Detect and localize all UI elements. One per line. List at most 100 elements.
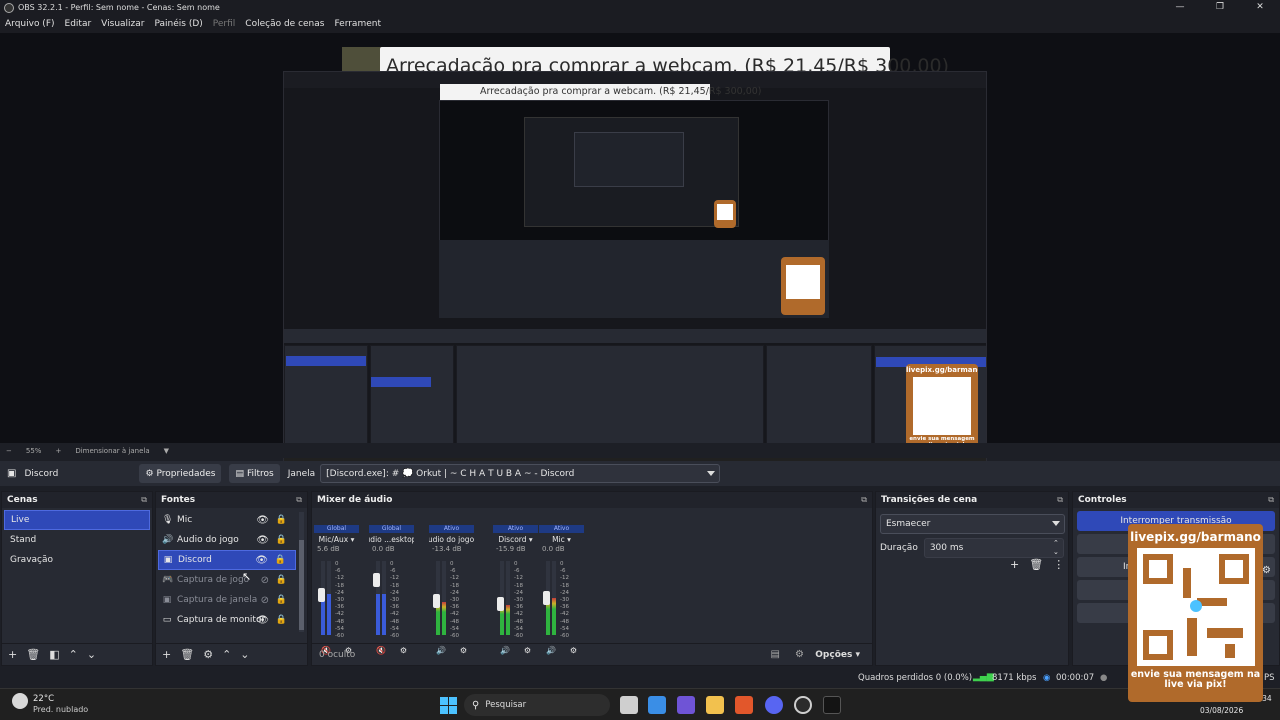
menu-paineis[interactable]: Painéis (D) — [149, 19, 207, 29]
channel-name[interactable]: Mic/Aux ▾ — [314, 533, 359, 545]
menu-visualizar[interactable]: Visualizar — [96, 19, 149, 29]
hidden-eye-icon[interactable]: ⊘ — [261, 595, 269, 606]
lock-icon[interactable]: 🔒 — [276, 595, 287, 605]
volume-meter — [442, 561, 446, 635]
zoom-out-icon[interactable]: − — [6, 447, 12, 455]
source-item-captura-janela[interactable]: ▣ Captura de janela ⊘ 🔒 — [158, 590, 296, 610]
window-select[interactable]: [Discord.exe]: # 💭 Orkut | ~ C H A T U B… — [320, 464, 721, 483]
source-item-mic[interactable]: 🎙 Mic 👁 🔒 — [158, 510, 296, 530]
move-down-icon[interactable]: ⌄ — [240, 648, 249, 661]
undock-icon[interactable]: ⧉ — [861, 495, 867, 505]
add-scene-icon[interactable]: + — [8, 648, 17, 661]
lock-icon[interactable]: 🔒 — [276, 575, 287, 585]
mixer-channel: GlobalÁudio ...esktop ▾0.0 dB 0-6-12-18-2… — [369, 525, 414, 655]
volume-slider-handle[interactable] — [543, 591, 550, 605]
remove-scene-icon[interactable]: 🗑 — [26, 648, 40, 661]
mixer-settings-icon[interactable]: ⚙ — [795, 649, 804, 660]
source-label: Mic — [177, 515, 193, 525]
visibility-eye-icon[interactable]: 👁 — [256, 615, 269, 626]
scene-filters-icon[interactable]: ◧ — [49, 648, 59, 661]
discord-app-icon[interactable] — [765, 696, 783, 714]
scene-item-stand[interactable]: Stand — [4, 530, 150, 550]
remove-transition-icon[interactable]: 🗑 — [1029, 558, 1043, 571]
filters-label: Filtros — [246, 468, 274, 479]
lock-icon[interactable]: 🔒 — [275, 555, 286, 565]
properties-button[interactable]: ⚙ Propriedades — [139, 464, 222, 483]
add-source-icon[interactable]: + — [162, 648, 171, 661]
lock-icon[interactable]: 🔒 — [276, 515, 287, 525]
channel-status-header: Global — [314, 525, 359, 533]
channel-name[interactable]: Áudio ...esktop ▾ — [369, 533, 414, 545]
brave-browser-icon[interactable] — [735, 696, 753, 714]
qr-footer: envie sua mensagem na live via pix! — [1130, 669, 1261, 690]
maximize-button[interactable]: ❐ — [1200, 0, 1240, 15]
windows-start-icon[interactable] — [440, 697, 457, 714]
menu-ferramentas[interactable]: Ferrament — [329, 19, 386, 29]
preview-canvas[interactable]: Arrecadação pra comprar a webcam. (R$ 21… — [0, 33, 1280, 471]
remove-source-icon[interactable]: 🗑 — [180, 648, 194, 661]
source-item-audio-jogo[interactable]: 🔊 Audio do jogo 👁 🔒 — [158, 530, 296, 550]
move-up-icon[interactable]: ⌃ — [69, 648, 78, 661]
lock-icon[interactable]: 🔒 — [276, 535, 287, 545]
sources-scrollbar[interactable] — [299, 512, 304, 632]
copilot-icon[interactable] — [677, 696, 695, 714]
move-up-icon[interactable]: ⌃ — [222, 648, 231, 661]
controls-title: Controles — [1078, 495, 1127, 505]
undock-icon[interactable]: ⧉ — [141, 495, 147, 505]
scene-item-live[interactable]: Live — [4, 510, 150, 530]
channel-db: 5.6 dB — [317, 545, 340, 553]
filters-button[interactable]: ▤ Filtros — [229, 464, 280, 483]
window-title: OBS 32.2.1 - Perfil: Sem nome - Cenas: S… — [18, 3, 220, 12]
source-item-discord[interactable]: ▣ Discord 👁 🔒 — [158, 550, 296, 570]
scale-mode[interactable]: Dimensionar à janela — [75, 447, 149, 455]
spin-arrows-icon[interactable]: ⌃ ⌄ — [1053, 539, 1059, 557]
minimize-button[interactable]: — — [1160, 0, 1200, 15]
taskbar-search[interactable]: ⚲ Pesquisar — [464, 694, 610, 716]
hidden-eye-icon[interactable]: ⊘ — [261, 575, 269, 586]
mixer-layout-icon[interactable]: ▤ — [771, 649, 780, 660]
visibility-eye-icon[interactable]: 👁 — [256, 535, 269, 546]
undock-icon[interactable]: ⧉ — [1268, 495, 1274, 505]
task-view-icon[interactable] — [620, 696, 638, 714]
menu-perfil[interactable]: Perfil — [208, 19, 241, 29]
transition-buttons: + 🗑 ⋮ — [1010, 558, 1064, 571]
zoom-in-icon[interactable]: + — [55, 447, 61, 455]
volume-slider-handle[interactable] — [318, 588, 325, 602]
scene-item-gravacao[interactable]: Gravação — [4, 550, 150, 570]
volume-slider-handle[interactable] — [497, 597, 504, 611]
move-down-icon[interactable]: ⌄ — [87, 648, 96, 661]
volume-slider-handle[interactable] — [433, 594, 440, 608]
menu-colecao-cenas[interactable]: Coleção de cenas — [240, 19, 329, 29]
undock-icon[interactable]: ⧉ — [1057, 495, 1063, 505]
obs-app-icon[interactable] — [794, 696, 812, 714]
mixer-options-button[interactable]: Opções ▾ — [815, 650, 860, 660]
source-settings-gear-icon[interactable]: ⚙ — [203, 648, 213, 661]
hidden-count: 0 oculto — [319, 649, 356, 660]
duration-spinbox[interactable]: 300 ms ⌃ ⌄ — [923, 538, 1064, 558]
undock-icon[interactable]: ⧉ — [296, 495, 302, 505]
scale-mode-chevron-icon[interactable]: ▼ — [164, 447, 169, 455]
window-icon: ▣ — [163, 555, 173, 565]
source-item-captura-monitor[interactable]: ▭ Captura de monitor 👁 🔒 — [158, 610, 296, 630]
channel-name[interactable]: Mic ▾ — [539, 533, 584, 545]
file-explorer-icon[interactable] — [706, 696, 724, 714]
menu-editar[interactable]: Editar — [60, 19, 97, 29]
volume-slider-handle[interactable] — [373, 573, 380, 587]
capcut-icon[interactable] — [823, 696, 841, 714]
add-transition-icon[interactable]: + — [1010, 558, 1019, 571]
transition-select[interactable]: Esmaecer — [880, 514, 1065, 534]
more-options-icon[interactable]: ⋮ — [1053, 558, 1064, 571]
channel-name[interactable]: Discord ▾ — [493, 533, 538, 545]
channel-name[interactable]: Audio do jogo ▾ — [429, 533, 474, 545]
visibility-eye-icon[interactable]: 👁 — [256, 515, 269, 526]
visibility-eye-icon[interactable]: 👁 — [255, 555, 268, 566]
control-settings-gear-icon[interactable]: ⚙ — [1262, 565, 1271, 576]
channel-status-header: Ativo — [493, 525, 538, 533]
meter-fill — [442, 602, 446, 635]
menu-arquivo[interactable]: Arquivo (F) — [0, 19, 60, 29]
widgets-icon[interactable] — [648, 696, 666, 714]
lock-icon[interactable]: 🔒 — [276, 615, 287, 625]
close-button[interactable]: ✕ — [1240, 0, 1280, 15]
source-item-captura-jogo[interactable]: 🎮 Captura de jogo ⊘ 🔒 — [158, 570, 296, 590]
menu-bar: Arquivo (F) Editar Visualizar Painéis (D… — [0, 15, 1280, 33]
